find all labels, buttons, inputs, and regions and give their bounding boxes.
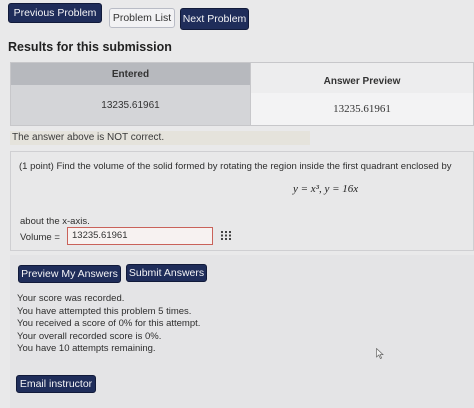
submit-answers-button[interactable]: Submit Answers (126, 264, 207, 282)
entered-column-header: Entered (11, 63, 251, 85)
incorrect-status-message: The answer above is NOT correct. (10, 131, 310, 145)
answer-preview-cell: 13235.61961 (251, 93, 473, 125)
problem-equation: y = x³, y = 16x (293, 183, 359, 195)
feedback-line: You have 10 attempts remaining. (17, 343, 156, 354)
volume-answer-input[interactable]: 13235.61961 (67, 227, 213, 245)
webwork-problem-page: Previous Problem Problem List Next Probl… (0, 0, 474, 408)
answer-preview-column-header: Answer Preview (251, 63, 473, 93)
feedback-line: Your score was recorded. (17, 293, 125, 304)
problem-statement: (1 point) Find the volume of the solid f… (19, 161, 452, 172)
previous-problem-button[interactable]: Previous Problem (8, 3, 102, 23)
score-feedback: Your score was recorded. You have attemp… (17, 293, 200, 356)
feedback-line: You have attempted this problem 5 times. (17, 305, 192, 317)
next-problem-button[interactable]: Next Problem (180, 8, 249, 30)
feedback-line: You received a score of 0% for this atte… (17, 318, 201, 329)
problem-container: (1 point) Find the volume of the solid f… (10, 151, 474, 251)
preview-answers-button[interactable]: Preview My Answers (18, 265, 121, 283)
results-title: Results for this submission (8, 40, 172, 54)
feedback-line: Your overall recorded score is 0%. (17, 330, 162, 342)
volume-label: Volume = (20, 232, 60, 243)
about-axis-text: about the x-axis. (20, 216, 90, 227)
mouse-cursor-icon (376, 348, 384, 359)
results-table: Entered Answer Preview 13235.61961 13235… (10, 62, 474, 126)
grid-icon[interactable] (221, 231, 231, 240)
entered-value-cell: 13235.61961 (11, 85, 251, 125)
problem-list-button[interactable]: Problem List (109, 8, 175, 28)
email-instructor-button[interactable]: Email instructor (16, 375, 96, 393)
